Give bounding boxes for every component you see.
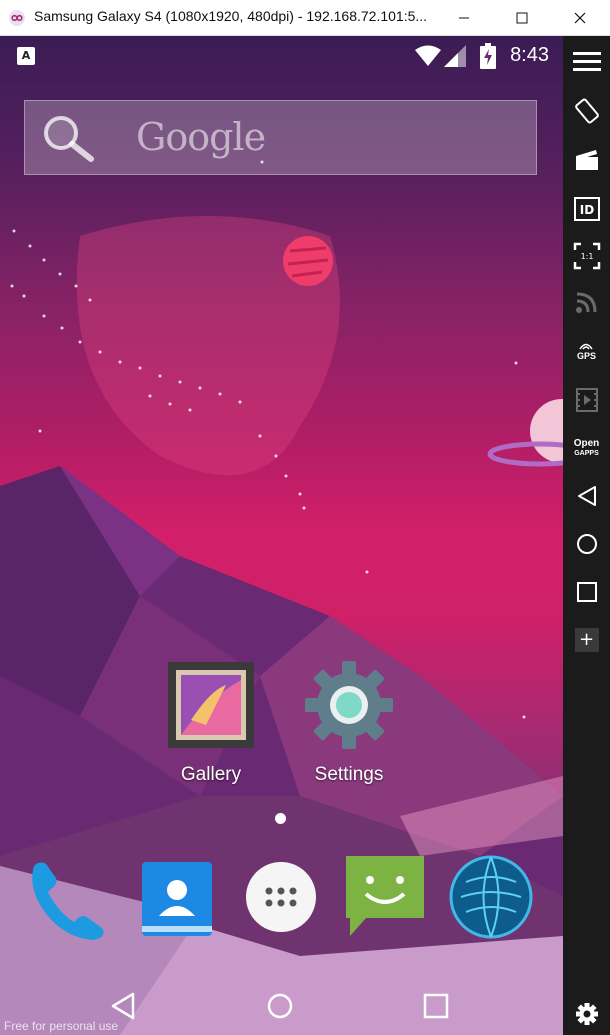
id-icon-text: ID: [579, 203, 593, 217]
globe-icon: [449, 855, 533, 939]
window-title-bar: Samsung Galaxy S4 (1080x1920, 480dpi) - …: [0, 0, 610, 36]
id-icon: ID: [573, 197, 600, 221]
toolbar-screencast-button[interactable]: [563, 140, 610, 180]
gallery-app[interactable]: Gallery: [156, 660, 266, 786]
opengapps-sublabel: GAPPS: [574, 449, 599, 457]
nav-recents-button[interactable]: [414, 984, 458, 1028]
back-icon: [111, 992, 135, 1020]
toolbar-recents-button[interactable]: [563, 572, 610, 612]
battery-charging-icon: [480, 43, 496, 69]
navigation-bar: Free for personal use: [0, 976, 563, 1035]
notification-icon: A: [17, 47, 35, 65]
cast-icon: [575, 292, 596, 313]
hamburger-icon: [572, 52, 601, 71]
page-indicator: [275, 813, 286, 824]
phone-app[interactable]: [22, 852, 112, 942]
signal-icon: [444, 45, 466, 67]
back-icon: [577, 486, 596, 506]
toolbar-gps-button[interactable]: GPS: [563, 331, 610, 371]
status-time: 8:43: [510, 44, 549, 66]
watermark-text: Free for personal use: [4, 1019, 119, 1033]
minimize-icon: [459, 17, 469, 19]
toolbar-device-id-button[interactable]: ID: [563, 189, 610, 229]
toolbar-add-button[interactable]: +: [563, 620, 610, 660]
recents-icon: [423, 993, 449, 1019]
home-icon: [267, 993, 293, 1019]
toolbar-home-button[interactable]: [563, 524, 610, 564]
wifi-icon: [415, 45, 441, 66]
maximize-button[interactable]: [499, 0, 545, 36]
window-title: Samsung Galaxy S4 (1080x1920, 480dpi) - …: [34, 8, 428, 24]
maximize-icon: [516, 12, 528, 24]
opengapps-label: Open: [573, 437, 600, 449]
settings-app[interactable]: Settings: [294, 660, 404, 786]
scale-icon: 1:1: [573, 242, 600, 270]
toolbar-back-button[interactable]: [563, 476, 610, 516]
contacts-icon: [142, 862, 212, 936]
toolbar-pixel-perfect-button[interactable]: 1:1: [563, 236, 610, 276]
home-icon: [576, 534, 597, 554]
gps-label: GPS: [576, 350, 596, 361]
clapperboard-icon: [575, 150, 598, 170]
scale-icon-text: 1:1: [580, 252, 593, 261]
google-search-widget[interactable]: Google: [24, 100, 537, 175]
toolbar-cast-button[interactable]: [563, 282, 610, 322]
toolbar-menu-button[interactable]: [563, 42, 610, 82]
settings-label: Settings: [314, 764, 384, 785]
opengapps-icon: Open GAPPS: [573, 437, 600, 458]
magnifier-icon: [44, 116, 94, 162]
message-icon: [346, 856, 424, 936]
nav-home-button[interactable]: [258, 984, 302, 1028]
gps-icon: GPS: [577, 342, 596, 361]
device-screen[interactable]: A 8:43 Google Gallery Settings Free for …: [0, 36, 563, 1035]
gear-icon: [575, 1003, 598, 1025]
messaging-app[interactable]: [340, 852, 430, 942]
toolbar-rotate-button[interactable]: [563, 91, 610, 131]
contacts-app[interactable]: [130, 852, 220, 942]
toolbar-settings-button[interactable]: [563, 994, 610, 1034]
browser-app[interactable]: [446, 852, 536, 942]
settings-gear-icon: [305, 661, 393, 749]
minimize-button[interactable]: [441, 0, 487, 36]
close-icon: [574, 12, 586, 24]
app-drawer-icon: [246, 862, 316, 932]
recents-icon: [576, 582, 597, 602]
plus-icon: +: [574, 628, 599, 652]
gps-signal-icon: [579, 343, 594, 349]
film-icon: [575, 388, 598, 412]
status-bar: A 8:43: [0, 36, 563, 76]
phone-icon: [32, 862, 104, 940]
app-drawer-button[interactable]: [236, 852, 326, 942]
gallery-label: Gallery: [180, 764, 242, 785]
rotate-icon: [574, 98, 599, 124]
gallery-icon: [168, 662, 254, 748]
toolbar-open-gapps-button[interactable]: Open GAPPS: [563, 428, 610, 468]
close-button[interactable]: [557, 0, 603, 36]
emulator-toolbar: ID 1:1 GPS Open GAPPS +: [563, 36, 610, 1035]
genymotion-app-icon: [9, 10, 25, 26]
toolbar-media-button[interactable]: [563, 380, 610, 420]
google-label: Google: [136, 115, 266, 159]
